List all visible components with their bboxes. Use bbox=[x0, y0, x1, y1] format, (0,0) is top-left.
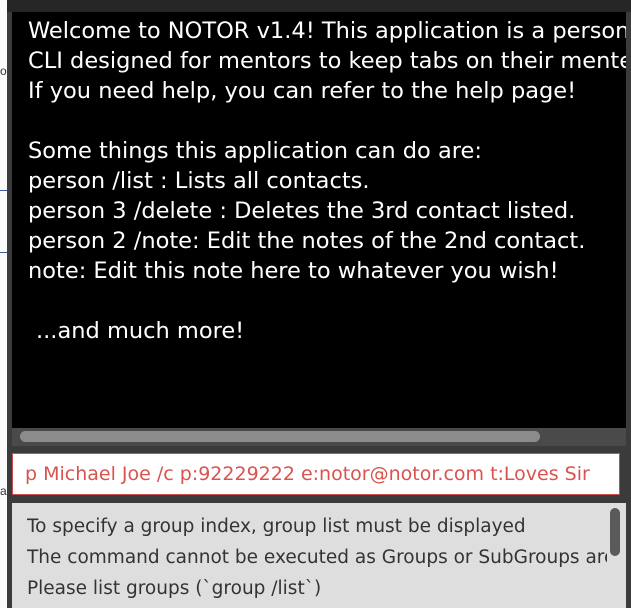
note-blank-line bbox=[28, 106, 626, 136]
result-line: To specify a group index, group list mus… bbox=[27, 516, 526, 537]
note-line: person /list : Lists all contacts. bbox=[28, 168, 370, 194]
note-line: person 3 /delete : Deletes the 3rd conta… bbox=[28, 198, 576, 224]
result-vertical-scrollbar-thumb[interactable] bbox=[610, 508, 620, 556]
note-line: note: Edit this note here to whatever yo… bbox=[28, 258, 559, 284]
result-line: Please list groups (`group /list`) bbox=[27, 578, 322, 599]
notor-app-window: Welcome to NOTOR v1.4! This application … bbox=[7, 0, 631, 608]
note-more-line: ...and much more! bbox=[36, 318, 245, 344]
note-horizontal-scrollbar[interactable] bbox=[12, 428, 626, 446]
note-line: person 2 /note: Edit the notes of the 2n… bbox=[28, 228, 586, 254]
note-text: Welcome to NOTOR v1.4! This application … bbox=[28, 16, 626, 346]
app-top-bar bbox=[7, 0, 631, 12]
note-line: If you need help, you can refer to the h… bbox=[28, 78, 577, 104]
result-text: To specify a group index, group list mus… bbox=[27, 511, 607, 604]
note-line: Some things this application can do are: bbox=[28, 138, 482, 164]
background-edge-char: o bbox=[0, 64, 7, 78]
note-line: Welcome to NOTOR v1.4! This application … bbox=[28, 18, 626, 44]
note-line: CLI designed for mentors to keep tabs on… bbox=[28, 48, 626, 74]
note-panel[interactable]: Welcome to NOTOR v1.4! This application … bbox=[12, 12, 626, 428]
command-input[interactable] bbox=[12, 453, 620, 495]
note-scrollbar-thumb[interactable] bbox=[20, 431, 540, 442]
result-display: To specify a group index, group list mus… bbox=[12, 503, 626, 608]
background-edge-char: a bbox=[0, 484, 7, 498]
result-line: The command cannot be executed as Groups… bbox=[27, 547, 607, 568]
